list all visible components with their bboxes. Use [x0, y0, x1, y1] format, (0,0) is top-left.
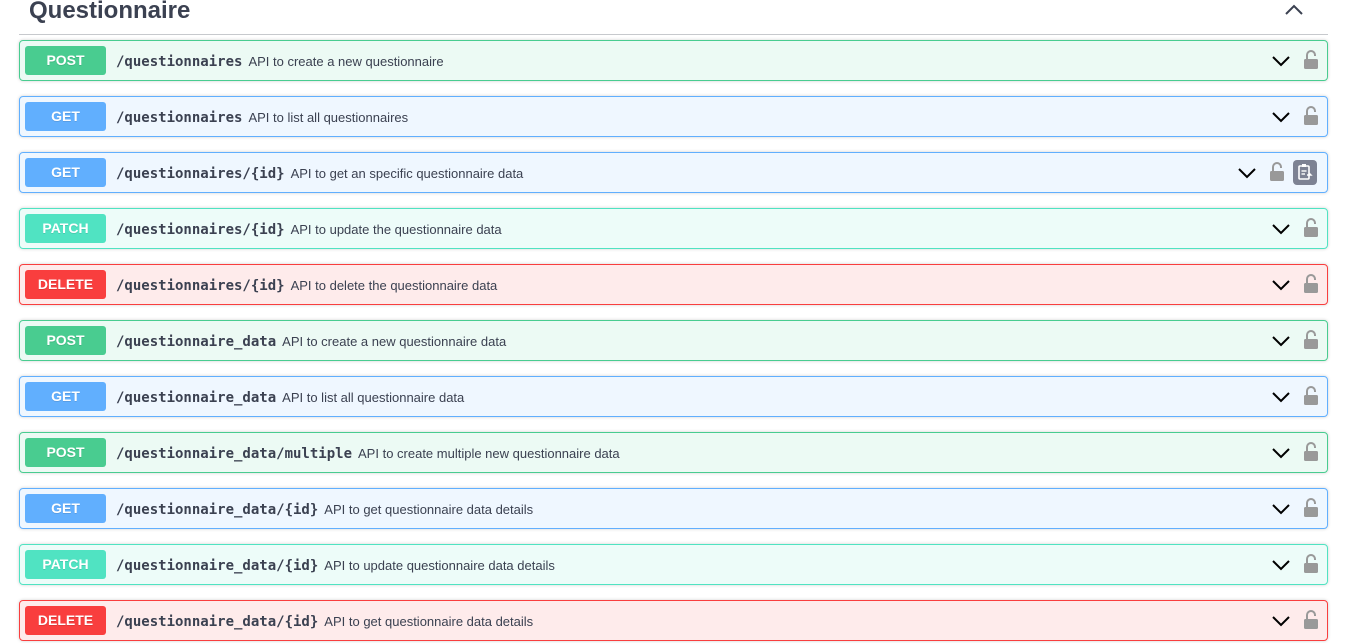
operation-path: /questionnaire_data API to create a new q…	[116, 333, 506, 351]
path-text: /questionnaire_data	[116, 390, 277, 406]
operation-delete[interactable]: DELETE/questionnaire_data/{id} API to get…	[19, 600, 1328, 641]
lock-icon[interactable]	[1303, 385, 1319, 407]
chevron-down-icon[interactable]	[1271, 51, 1291, 71]
lock-icon[interactable]	[1303, 553, 1319, 575]
lock-icon[interactable]	[1303, 441, 1319, 463]
chevron-down-icon[interactable]	[1237, 163, 1257, 183]
chevron-up-icon[interactable]	[1282, 0, 1306, 20]
method-badge: GET	[25, 494, 106, 523]
operation-summary: API to update the questionnaire data	[290, 222, 502, 237]
chevron-down-icon[interactable]	[1271, 219, 1291, 239]
path-text: /questionnaires/{id}	[116, 222, 285, 238]
operation-patch[interactable]: PATCH/questionnaires/{id} API to update t…	[19, 208, 1328, 249]
tag-header[interactable]: Questionnaire	[19, 0, 1328, 35]
operation-post[interactable]: POST/questionnaire_data/multiple API to c…	[19, 432, 1328, 473]
operation-summary: API to create a new questionnaire data	[282, 334, 507, 349]
operation-path: /questionnaire_data/{id} API to get quest…	[116, 613, 533, 631]
path-text: /questionnaires	[116, 54, 243, 70]
operation-post[interactable]: POST/questionnaire_data API to create a n…	[19, 320, 1328, 361]
operation-summary: API to get questionnaire data details	[324, 614, 534, 629]
path-text: /questionnaire_data/multiple	[116, 446, 353, 462]
operation-path: /questionnaire_data/{id} API to get quest…	[116, 501, 533, 519]
method-badge: PATCH	[25, 214, 106, 243]
copy-to-clipboard-button[interactable]	[1293, 160, 1317, 185]
path-text: /questionnaires/{id}	[116, 166, 285, 182]
operation-path: /questionnaires/{id} API to get an specif…	[116, 165, 523, 183]
operation-summary: API to create a new questionnaire	[248, 54, 444, 69]
operation-path: /questionnaire_data/{id} API to update qu…	[116, 557, 555, 575]
clipboard-icon	[1298, 164, 1313, 180]
operation-summary: API to list all questionnaire data	[282, 390, 465, 405]
method-badge: POST	[25, 326, 106, 355]
operation-summary: API to delete the questionnaire data	[290, 278, 498, 293]
chevron-down-icon[interactable]	[1271, 499, 1291, 519]
lock-icon[interactable]	[1303, 497, 1319, 519]
path-text: /questionnaire_data	[116, 334, 277, 350]
chevron-down-icon[interactable]	[1271, 611, 1291, 631]
chevron-down-icon[interactable]	[1271, 387, 1291, 407]
chevron-down-icon[interactable]	[1271, 443, 1291, 463]
path-text: /questionnaire_data/{id}	[116, 614, 319, 630]
operation-get[interactable]: GET/questionnaire_data API to list all qu…	[19, 376, 1328, 417]
operation-path: /questionnaire_data API to list all quest…	[116, 389, 464, 407]
chevron-down-icon[interactable]	[1271, 555, 1291, 575]
method-badge: DELETE	[25, 270, 106, 299]
lock-icon[interactable]	[1303, 49, 1319, 71]
operation-get[interactable]: GET/questionnaires API to list all questi…	[19, 96, 1328, 137]
method-badge: POST	[25, 46, 106, 75]
lock-icon[interactable]	[1269, 161, 1285, 183]
lock-icon[interactable]	[1303, 609, 1319, 631]
method-badge: GET	[25, 158, 106, 187]
method-badge: GET	[25, 102, 106, 131]
operation-delete[interactable]: DELETE/questionnaires/{id} API to delete …	[19, 264, 1328, 305]
lock-icon[interactable]	[1303, 273, 1319, 295]
operation-summary: API to list all questionnaires	[248, 110, 409, 125]
method-badge: GET	[25, 382, 106, 411]
path-text: /questionnaires	[116, 110, 243, 126]
path-text: /questionnaire_data/{id}	[116, 558, 319, 574]
operation-summary: API to get questionnaire data details	[324, 502, 534, 517]
lock-icon[interactable]	[1303, 217, 1319, 239]
lock-icon[interactable]	[1303, 329, 1319, 351]
section-title: Questionnaire	[29, 0, 191, 24]
chevron-down-icon[interactable]	[1271, 275, 1291, 295]
method-badge: PATCH	[25, 550, 106, 579]
lock-icon[interactable]	[1303, 105, 1319, 127]
method-badge: DELETE	[25, 606, 106, 635]
chevron-down-icon[interactable]	[1271, 331, 1291, 351]
chevron-down-icon[interactable]	[1271, 107, 1291, 127]
path-text: /questionnaire_data/{id}	[116, 502, 319, 518]
operation-get[interactable]: GET/questionnaires/{id} API to get an spe…	[19, 152, 1328, 193]
operation-summary: API to create multiple new questionnaire…	[358, 446, 620, 461]
operation-path: /questionnaire_data/multiple API to creat…	[116, 445, 620, 463]
operation-path: /questionnaires API to list all questionn…	[116, 109, 408, 127]
operation-get[interactable]: GET/questionnaire_data/{id} API to get qu…	[19, 488, 1328, 529]
operation-summary: API to update questionnaire data details	[324, 558, 555, 573]
operation-path: /questionnaires/{id} API to delete the qu…	[116, 277, 497, 295]
operation-path: /questionnaires API to create a new quest…	[116, 53, 444, 71]
operation-post[interactable]: POST/questionnaires API to create a new q…	[19, 40, 1328, 81]
operation-patch[interactable]: PATCH/questionnaire_data/{id} API to upda…	[19, 544, 1328, 585]
operation-path: /questionnaires/{id} API to update the qu…	[116, 221, 502, 239]
method-badge: POST	[25, 438, 106, 467]
path-text: /questionnaires/{id}	[116, 278, 285, 294]
operation-summary: API to get an specific questionnaire dat…	[290, 166, 524, 181]
